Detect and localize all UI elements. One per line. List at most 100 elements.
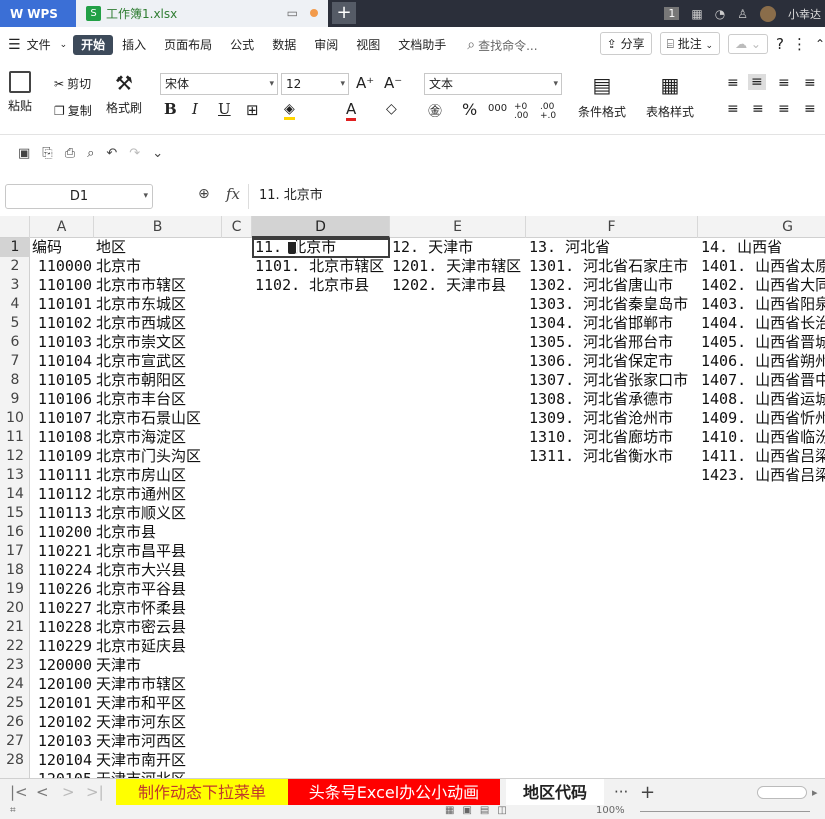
row-header[interactable]: 6 xyxy=(0,333,30,352)
wrap-icon[interactable]: ≡ xyxy=(804,75,816,91)
cell-a-13[interactable]: 110111 xyxy=(32,466,92,485)
percent-button[interactable]: % xyxy=(462,100,477,119)
cell-g-1[interactable]: 14. 山西省 xyxy=(701,238,825,257)
cell-a-29[interactable]: 120105 xyxy=(32,770,92,778)
customize-icon[interactable]: ⌄ xyxy=(152,146,163,161)
column-header-e[interactable]: E xyxy=(390,216,526,238)
zoom-slider[interactable] xyxy=(640,811,810,812)
chevron-down-icon[interactable]: ⌄ xyxy=(60,40,68,50)
cell-b-21[interactable]: 北京市密云县 xyxy=(96,618,222,637)
table-style-button[interactable]: ▦ 表格样式 xyxy=(646,73,694,120)
tab-count-badge[interactable]: 1 xyxy=(664,7,680,20)
align-left-icon[interactable]: ≡ xyxy=(727,101,739,117)
cell-b-7[interactable]: 北京市宣武区 xyxy=(96,352,222,371)
menu-home[interactable]: 开始 xyxy=(73,35,114,55)
cell-g-12[interactable]: 1411. 山西省吕梁市 xyxy=(701,447,825,466)
more-sheets-button[interactable]: ··· xyxy=(614,779,628,806)
cell-a-3[interactable]: 110100 xyxy=(32,276,92,295)
hamburger-icon[interactable]: ☰ xyxy=(8,37,21,53)
cell-a-12[interactable]: 110109 xyxy=(32,447,92,466)
spreadsheet-grid[interactable]: A B C D E F G 1 2 3 4 5 6 7 8 9 10 11 12 13 14 15 16 17 1… xyxy=(0,216,825,778)
decrease-decimal-button[interactable]: .00 +.0 xyxy=(540,103,564,121)
thousands-button[interactable]: 000 xyxy=(488,103,507,114)
menu-page-layout[interactable]: 页面布局 xyxy=(155,35,221,55)
cell-b-16[interactable]: 北京市县 xyxy=(96,523,222,542)
menu-data[interactable]: 数据 xyxy=(263,35,305,55)
add-sheet-button[interactable]: + xyxy=(640,779,655,806)
column-header-f[interactable]: F xyxy=(526,216,698,238)
paste-button[interactable]: 粘贴 xyxy=(8,71,32,114)
cell-b-17[interactable]: 北京市昌平县 xyxy=(96,542,222,561)
zoom-level[interactable]: 100% xyxy=(596,805,625,816)
collapse-icon[interactable]: ⌃ xyxy=(815,37,825,51)
column-header-d[interactable]: D xyxy=(252,216,390,238)
formula-input[interactable]: 11. 北京市 xyxy=(248,184,825,209)
cell-a-23[interactable]: 120000 xyxy=(32,656,92,675)
cell-a-28[interactable]: 120104 xyxy=(32,751,92,770)
decrease-font-icon[interactable]: A⁻ xyxy=(384,74,402,92)
cell-g-11[interactable]: 1410. 山西省临汾市 xyxy=(701,428,825,447)
cell-a-18[interactable]: 110224 xyxy=(32,561,92,580)
help-button[interactable]: ? xyxy=(776,35,784,53)
more-button[interactable]: ⋮ xyxy=(792,35,807,53)
cell-b-27[interactable]: 天津市河西区 xyxy=(96,732,222,751)
cell-f-9[interactable]: 1308. 河北省承德市 xyxy=(529,390,699,409)
cell-b-22[interactable]: 北京市延庆县 xyxy=(96,637,222,656)
cell-a-8[interactable]: 110105 xyxy=(32,371,92,390)
cell-g-10[interactable]: 1409. 山西省忻州市 xyxy=(701,409,825,428)
increase-decimal-button[interactable]: +0 .00 xyxy=(514,103,538,121)
cell-a-17[interactable]: 110221 xyxy=(32,542,92,561)
underline-button[interactable]: U xyxy=(218,100,231,118)
row-header[interactable]: 20 xyxy=(0,599,30,618)
cell-a-1[interactable]: 编码 xyxy=(32,238,92,257)
cell-b-12[interactable]: 北京市门头沟区 xyxy=(96,447,222,466)
align-right-icon[interactable]: ≡ xyxy=(778,101,790,117)
cell-g-13[interactable]: 1423. 山西省吕梁地区 xyxy=(701,466,825,485)
first-sheet-icon[interactable]: |< xyxy=(10,779,28,806)
cell-b-11[interactable]: 北京市海淀区 xyxy=(96,428,222,447)
cell-b-26[interactable]: 天津市河东区 xyxy=(96,713,222,732)
last-sheet-icon[interactable]: >| xyxy=(86,779,104,806)
annotate-button[interactable]: ⌸ 批注 ⌄ xyxy=(659,32,721,55)
cell-a-14[interactable]: 110112 xyxy=(32,485,92,504)
menu-formula[interactable]: 公式 xyxy=(221,35,263,55)
cell-g-2[interactable]: 1401. 山西省太原市 xyxy=(701,257,825,276)
cell-b-1[interactable]: 地区 xyxy=(96,238,222,257)
cell-a-7[interactable]: 110104 xyxy=(32,352,92,371)
cell-b-19[interactable]: 北京市平谷县 xyxy=(96,580,222,599)
skin-icon[interactable]: ◔ xyxy=(715,7,725,21)
menu-view[interactable]: 视图 xyxy=(347,35,389,55)
italic-button[interactable]: I xyxy=(192,100,198,118)
cell-a-20[interactable]: 110227 xyxy=(32,599,92,618)
align-bottom-icon[interactable]: ≡ xyxy=(778,75,790,91)
cut-button[interactable]: ✂ 剪切 xyxy=(54,75,91,92)
font-name-select[interactable]: 宋体 ▾ xyxy=(160,73,278,95)
bold-button[interactable]: B xyxy=(164,100,177,118)
column-header-g[interactable]: G xyxy=(698,216,825,238)
cell-a-27[interactable]: 120103 xyxy=(32,732,92,751)
macro-icon[interactable]: ⌗ xyxy=(10,805,16,816)
cell-f-6[interactable]: 1305. 河北省邢台市 xyxy=(529,333,699,352)
cell-g-8[interactable]: 1407. 山西省晋中市 xyxy=(701,371,825,390)
cell-b-3[interactable]: 北京市市辖区 xyxy=(96,276,222,295)
cell-b-29[interactable]: 天津市河北区 xyxy=(96,770,222,778)
row-header[interactable]: 15 xyxy=(0,504,30,523)
command-search[interactable]: ⌕ 查找命令... xyxy=(467,37,537,54)
menu-doc-assistant[interactable]: 文档助手 xyxy=(389,35,455,55)
row-header[interactable]: 14 xyxy=(0,485,30,504)
cell-a-21[interactable]: 110228 xyxy=(32,618,92,637)
number-format-select[interactable]: 文本 ▾ xyxy=(424,73,562,95)
row-header[interactable]: 22 xyxy=(0,637,30,656)
redo-icon[interactable]: ↷ xyxy=(129,146,140,161)
align-middle-icon[interactable]: ≡ xyxy=(748,74,766,90)
cell-f-11[interactable]: 1310. 河北省廊坊市 xyxy=(529,428,699,447)
row-header[interactable]: 1 xyxy=(0,238,30,257)
name-box[interactable]: D1 ▾ xyxy=(5,184,153,209)
cell-a-15[interactable]: 110113 xyxy=(32,504,92,523)
cell-f-3[interactable]: 1302. 河北省唐山市 xyxy=(529,276,699,295)
row-header[interactable]: 10 xyxy=(0,409,30,428)
undo-icon[interactable]: ↶ xyxy=(106,146,117,161)
cell-d-3[interactable]: 1102. 北京市县 xyxy=(255,276,405,295)
cell-e-3[interactable]: 1202. 天津市县 xyxy=(392,276,542,295)
cell-b-5[interactable]: 北京市西城区 xyxy=(96,314,222,333)
